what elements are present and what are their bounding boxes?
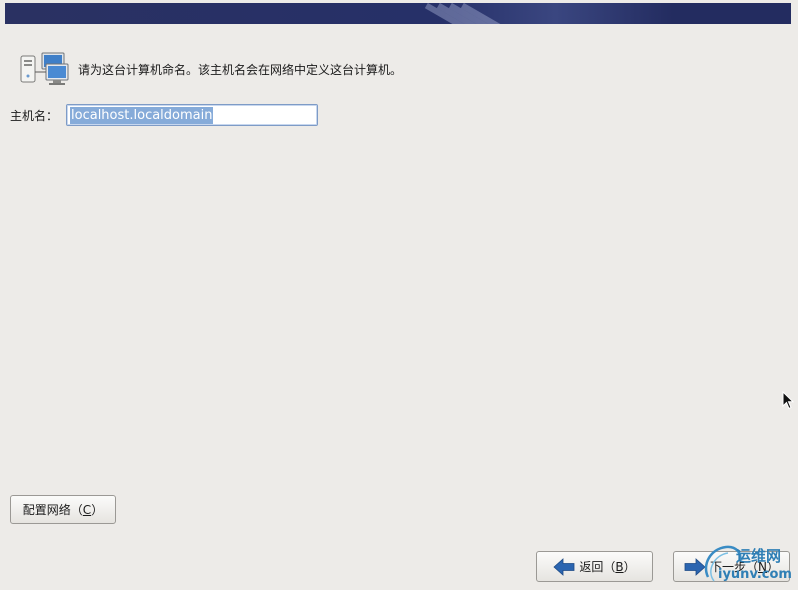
next-mnemonic: N bbox=[758, 559, 767, 574]
configure-network-label-prefix: 配置网络（ bbox=[22, 503, 83, 517]
hostname-row: 主机名： localhost.localdomain bbox=[10, 103, 319, 127]
configure-network-label-suffix: ） bbox=[91, 503, 104, 517]
configure-network-mnemonic: C bbox=[82, 502, 92, 517]
mouse-pointer-icon bbox=[782, 390, 795, 410]
hostname-label: 主机名： bbox=[10, 108, 59, 123]
back-label-prefix: 返回（ bbox=[579, 560, 616, 574]
intro-section: 请为这台计算机命名。该主机名会在网络中定义这台计算机。 bbox=[18, 50, 402, 88]
arrow-left-icon bbox=[553, 557, 575, 576]
next-label-prefix: 下一步（ bbox=[709, 560, 758, 574]
next-button[interactable]: 下一步（ N） bbox=[673, 551, 790, 582]
hostname-input[interactable]: localhost.localdomain bbox=[66, 104, 319, 126]
arrow-right-icon bbox=[684, 557, 706, 576]
next-label-suffix: ） bbox=[766, 560, 779, 574]
intro-description: 请为这台计算机命名。该主机名会在网络中定义这台计算机。 bbox=[78, 62, 403, 77]
header-banner bbox=[5, 3, 791, 24]
back-label-suffix: ） bbox=[623, 560, 636, 574]
back-button[interactable]: 返回（ B） bbox=[536, 551, 653, 582]
back-mnemonic: B bbox=[615, 559, 624, 574]
configure-network-button[interactable]: 配置网络（ C） bbox=[10, 495, 116, 524]
network-computers-icon bbox=[18, 50, 70, 88]
hostname-value: localhost.localdomain bbox=[70, 106, 214, 124]
